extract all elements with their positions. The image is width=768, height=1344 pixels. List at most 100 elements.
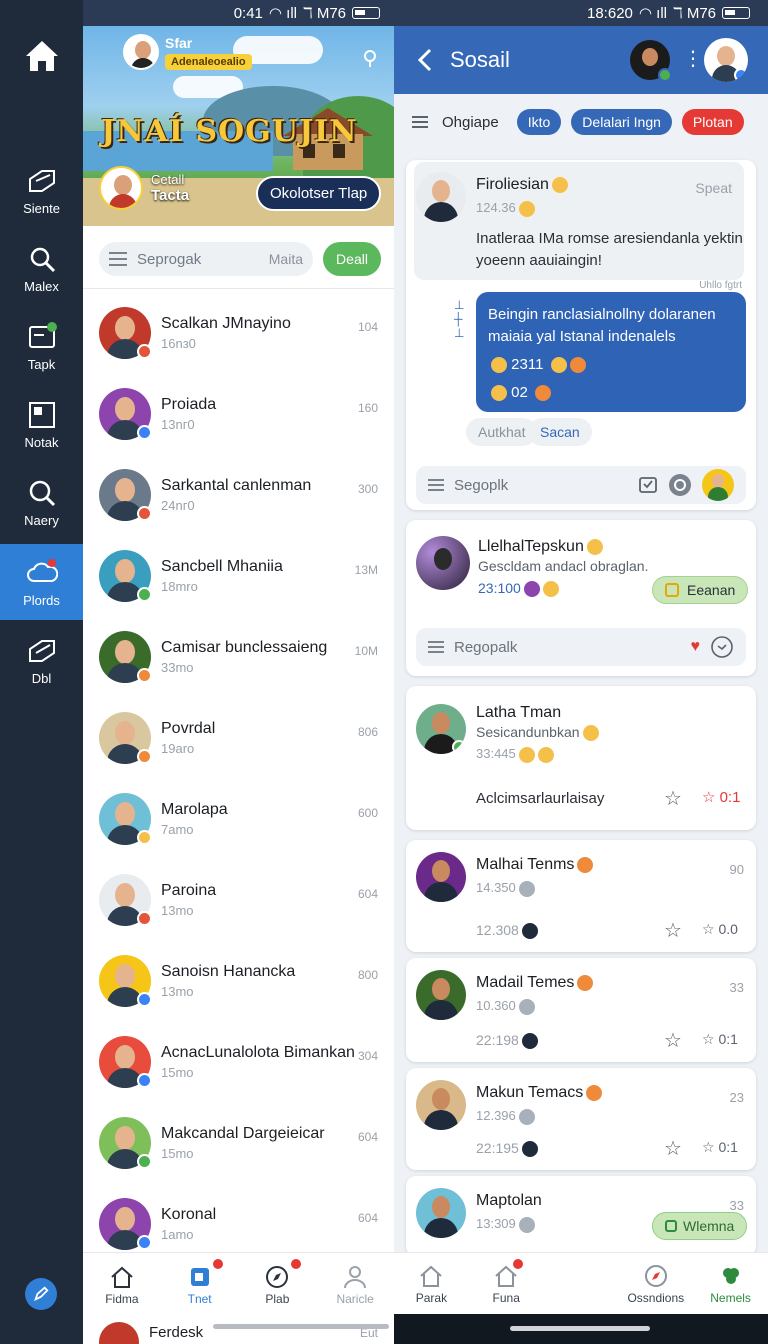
- compose-button[interactable]: [25, 1278, 57, 1310]
- avatar[interactable]: [416, 172, 466, 222]
- presence-dot: [137, 343, 152, 359]
- clock-icon[interactable]: [710, 635, 734, 659]
- feed-time: 10.360: [476, 998, 516, 1013]
- rail-item-label: Notak: [24, 434, 59, 450]
- banner-action-button[interactable]: Okolotser Tlap: [256, 176, 382, 211]
- chat-row[interactable]: Sancbell Mhaniia 18mro 13M: [83, 535, 394, 616]
- presence-dot: [137, 505, 152, 521]
- like-icon[interactable]: ☆: [664, 786, 682, 811]
- rail-item-2[interactable]: Tapk: [0, 308, 83, 384]
- emoji-icon: [518, 200, 535, 217]
- scan-button[interactable]: Sacan: [528, 418, 592, 446]
- send-icon: [28, 169, 55, 192]
- emoji-picker-icon[interactable]: [668, 473, 692, 497]
- post-action-button[interactable]: Eeanan: [652, 576, 749, 604]
- like-icon[interactable]: ☆: [664, 1028, 682, 1053]
- chat-row[interactable]: Paroina 13mo 604: [83, 859, 394, 940]
- nav-label: Parak: [415, 1290, 448, 1305]
- nav-label: Naricle: [336, 1291, 374, 1306]
- rail-item-4[interactable]: Naery: [0, 464, 83, 540]
- avatar-body: [424, 1218, 458, 1238]
- avatar-head: [115, 477, 135, 502]
- rail-item-1[interactable]: Malex: [0, 230, 83, 306]
- more-icon[interactable]: ⋮: [683, 46, 703, 71]
- social-panel: 18:620 ◠ ıll ℸ M76 Sosail ⋮ Ohgiape Ikto…: [394, 0, 768, 1344]
- chat-subtitle: 15mo: [161, 1064, 194, 1080]
- filter-chip-0[interactable]: Ikto: [516, 109, 562, 135]
- chat-time: 604: [357, 1130, 378, 1144]
- emoji-icon: [551, 176, 568, 193]
- banner-profile-card[interactable]: Cetall Tacta: [99, 166, 189, 210]
- nav-item-3[interactable]: Ossndions: [618, 1253, 693, 1314]
- avatar[interactable]: [416, 1080, 466, 1130]
- nav-item-3[interactable]: Naricle: [316, 1253, 394, 1316]
- emoji-icon: [518, 998, 535, 1015]
- rail-item-3[interactable]: Notak: [0, 386, 83, 462]
- chat-row[interactable]: Sanoisn Hanancka 13mo 800: [83, 940, 394, 1021]
- rail-item-label: Tapk: [27, 356, 56, 372]
- nav-item-0[interactable]: Parak: [394, 1253, 469, 1314]
- chat-row[interactable]: Makcandal Dargeieicar 15mo 604: [83, 1102, 394, 1183]
- banner-user[interactable]: Sfar Adenaleoealio: [123, 34, 252, 70]
- emoji-icon: [491, 385, 507, 402]
- rail-item-label: Plords: [23, 592, 60, 608]
- chat-row[interactable]: AcnacLunalolota Bimankan 15mo 304: [83, 1021, 394, 1102]
- feed-action-button[interactable]: Wlemna: [652, 1212, 748, 1240]
- avatar[interactable]: [416, 1188, 466, 1238]
- outgoing-count-2: 02: [511, 384, 528, 401]
- like-icon[interactable]: ☆: [664, 918, 682, 943]
- filter-chip-1[interactable]: Delalari Ingn: [571, 109, 672, 135]
- chat-row[interactable]: Scalkan JMnayino 16nз0 104: [83, 292, 394, 373]
- chat-row[interactable]: Sarkantal canlenman 24nг0 300: [83, 454, 394, 535]
- chat-subtitle: 33mo: [161, 659, 194, 675]
- chat-row[interactable]: Povrdal 19aro 806: [83, 697, 394, 778]
- nav-item-1[interactable]: Funa: [469, 1253, 544, 1314]
- sticker-icon[interactable]: [638, 475, 658, 495]
- search-go-button[interactable]: Deall: [323, 242, 381, 276]
- avatar[interactable]: [416, 970, 466, 1020]
- avatar[interactable]: [702, 469, 734, 501]
- reply-button[interactable]: Autkhat: [466, 418, 538, 446]
- rail-item-0[interactable]: Siente: [0, 152, 83, 228]
- avatar[interactable]: [416, 536, 470, 590]
- message-composer[interactable]: Segoplk: [416, 466, 746, 504]
- thread-action[interactable]: Speat: [695, 180, 732, 196]
- filter-chip-2[interactable]: Plotan: [681, 109, 744, 135]
- avatar[interactable]: [416, 852, 466, 902]
- search-icon[interactable]: [361, 48, 381, 68]
- lock-icon: [665, 583, 679, 597]
- chat-row[interactable]: Marolapa 7amo 600: [83, 778, 394, 859]
- rail-item-6[interactable]: Dbl: [0, 622, 83, 698]
- status-time: 18:620: [587, 4, 633, 22]
- nav-item-0[interactable]: Fidma: [83, 1253, 161, 1316]
- composer-placeholder: Segoplk: [454, 476, 509, 494]
- feed-time-2: 12.308: [476, 922, 519, 938]
- hero-banner[interactable]: Sfar Adenaleoealio JNAÍ SOGUJIN Cetall T…: [83, 26, 394, 226]
- rail-item-5[interactable]: Plords: [0, 544, 83, 620]
- chat-row[interactable]: Camisar bunclessaieng 33mo 10M: [83, 616, 394, 697]
- post-composer[interactable]: Regopalk ♥: [416, 628, 746, 666]
- nav-item-1[interactable]: Tnet: [161, 1253, 239, 1316]
- nav-item-2: [544, 1253, 619, 1314]
- star-icon: ☆: [702, 789, 716, 806]
- avatar[interactable]: [630, 40, 672, 82]
- banner-user-sub: Adenaleoealio: [165, 53, 252, 70]
- back-arrow-icon[interactable]: [406, 40, 446, 80]
- search-icon: [30, 247, 55, 272]
- menu-icon[interactable]: [412, 116, 428, 128]
- nav-item-4[interactable]: Nemels: [693, 1253, 768, 1314]
- home-icon[interactable]: [22, 36, 62, 76]
- feed-time: 13:309: [476, 1216, 516, 1231]
- avatar[interactable]: [416, 704, 466, 754]
- search-input[interactable]: Seprogak Maita: [99, 242, 313, 276]
- avatar-head: [115, 963, 135, 988]
- like-icon[interactable]: ☆: [664, 1136, 682, 1161]
- grid-icon: [28, 401, 55, 428]
- avatar[interactable]: [704, 38, 748, 82]
- emoji-icon: [586, 1084, 603, 1101]
- chat-row[interactable]: Proiada 13nг0 160: [83, 373, 394, 454]
- nav-label: Ossndions: [627, 1290, 685, 1305]
- heart-icon[interactable]: ♥: [691, 638, 701, 656]
- status-right: ℸ M76: [672, 5, 716, 22]
- nav-item-2[interactable]: Plab: [239, 1253, 317, 1316]
